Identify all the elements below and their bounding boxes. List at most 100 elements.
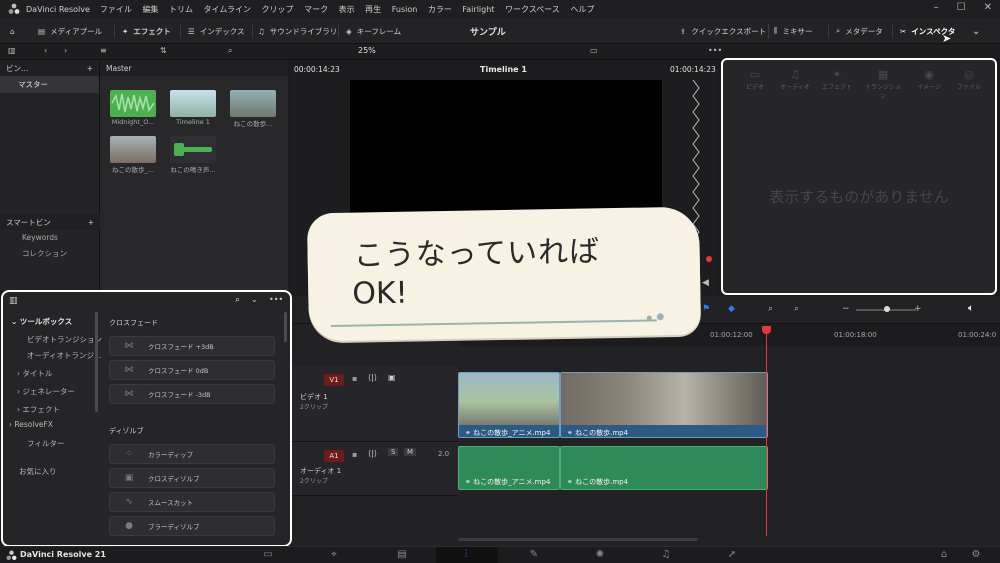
nav-back-icon[interactable]: ‹ (44, 46, 47, 55)
lock-icon[interactable]: ▪ (352, 374, 357, 383)
inspector-tab-video[interactable]: ビデオ (735, 82, 775, 91)
tree-generators[interactable]: › ジェネレーター (17, 386, 75, 397)
close-icon[interactable]: ✕ (984, 2, 992, 13)
zoom-select[interactable]: 25% (358, 46, 376, 55)
smart-bin-collections[interactable]: コレクション (0, 245, 100, 262)
menu-help[interactable]: ヘルプ (570, 5, 594, 14)
tree-resolvefx[interactable]: › ResolveFX (9, 420, 53, 429)
solo-button[interactable]: S (388, 448, 399, 456)
panel-toggle-icon[interactable]: ▥ (8, 46, 16, 55)
toolbox-tree-scrollbar[interactable] (95, 312, 98, 412)
playhead-handle[interactable] (762, 326, 771, 334)
fx-crossfade-minus3[interactable]: ⋈ クロスフェード -3dB (109, 384, 275, 404)
menu-view[interactable]: 表示 (339, 5, 355, 14)
search-icon[interactable]: ⌕ (235, 295, 240, 305)
video-tab-icon[interactable]: ▭ (735, 68, 775, 81)
fx-smooth-cut[interactable]: ∿ スムースカット (109, 492, 275, 512)
menu-trim[interactable]: トリム (169, 5, 193, 14)
tree-effects[interactable]: › エフェクト (17, 404, 60, 415)
inspector-tab-file[interactable]: ファイル (949, 82, 989, 91)
lock-icon[interactable]: ▪ (352, 450, 357, 459)
fx-cross-dissolve[interactable]: ▣ クロスディゾルブ (109, 468, 275, 488)
audio-clip-cat-walk[interactable]: ⚭ ねこの散歩.mp4 (560, 446, 768, 490)
fx-list-scrollbar[interactable] (284, 312, 287, 342)
tree-audio-transitions[interactable]: オーディオトランジ… (27, 350, 101, 361)
playhead-line[interactable] (766, 326, 767, 536)
effect-tab-icon[interactable]: ✦ (817, 68, 857, 81)
menu-clip[interactable]: クリップ (262, 5, 294, 14)
inspector-tab-audio[interactable]: オーディオ (775, 82, 815, 91)
menu-playback[interactable]: 再生 (365, 5, 381, 14)
zoom-search-icon[interactable]: ⌕ (794, 304, 799, 314)
sort-icon[interactable]: ⇅ (160, 46, 167, 55)
auto-select-icon[interactable]: ⟨|⟩ (368, 449, 377, 458)
minimize-icon[interactable]: – (934, 2, 939, 13)
viewer-options-icon[interactable]: ▭ (590, 46, 598, 55)
menu-mark[interactable]: マーク (304, 5, 328, 14)
tree-titles[interactable]: › タイトル (17, 368, 52, 379)
bin-master[interactable]: マスター (0, 76, 99, 93)
chevron-down-icon[interactable]: ⌄ (251, 295, 258, 304)
track-visibility-icon[interactable]: ▣ (388, 373, 396, 382)
add-bin-icon[interactable]: + (87, 64, 93, 73)
fairlight-page-icon[interactable]: ♫ (656, 549, 676, 560)
sound-library-button[interactable]: ♫ サウンドライブラリ (258, 23, 337, 39)
timeline-h-scrollbar[interactable] (458, 538, 698, 541)
video-track-badge[interactable]: V1 (324, 374, 344, 386)
menu-edit[interactable]: 編集 (142, 5, 158, 14)
clip-thumb-timeline[interactable] (170, 90, 216, 117)
maximize-icon[interactable]: ☐ (957, 2, 966, 13)
inspector-tab-effect[interactable]: エフェクト (817, 82, 857, 91)
fusion-page-icon[interactable]: ✎ (524, 549, 544, 560)
effects-button[interactable]: ✦ エフェクト (122, 23, 171, 39)
fx-dip-to-color[interactable]: ⁘ カラーディップ (109, 444, 275, 464)
menu-fairlight[interactable]: Fairlight (462, 5, 494, 14)
play-reverse-icon[interactable]: ◀ (702, 278, 709, 288)
zoom-slider-handle[interactable] (884, 306, 890, 312)
menu-color[interactable]: カラー (428, 5, 452, 14)
file-tab-icon[interactable]: ◎ (949, 68, 989, 81)
fx-blur-dissolve[interactable]: ● ブラーディゾルブ (109, 516, 275, 536)
mute-button[interactable]: M (404, 448, 417, 456)
media-page-icon[interactable]: ▭ (258, 549, 278, 560)
more-options-icon[interactable]: ••• (269, 295, 283, 304)
media-pool-button[interactable]: ▤ メディアプール (38, 23, 102, 39)
edit-page-icon[interactable]: ▤ (392, 549, 412, 560)
zoom-to-fit-icon[interactable]: ⌕ (768, 304, 773, 314)
more-options-icon[interactable]: ••• (708, 46, 722, 55)
toolbox-tree-root[interactable]: ⌄ ツールボックス (11, 316, 72, 327)
menu-timeline[interactable]: タイムライン (204, 5, 251, 14)
tree-favorites[interactable]: お気に入り (19, 466, 57, 477)
video-clip-cat-anime[interactable]: ⚭ ねこの散歩_アニメ.mp4 (458, 372, 560, 438)
menu-file[interactable]: ファイル (100, 5, 132, 14)
layout-toggle-icon[interactable]: ⌂ (10, 23, 15, 39)
smart-bin-keywords[interactable]: Keywords (0, 230, 100, 245)
inspector-tab-transition[interactable]: トランジション (863, 82, 903, 100)
panel-toggle-icon[interactable]: ▥ (9, 296, 18, 306)
menu-fusion[interactable]: Fusion (392, 5, 418, 14)
cut-page-icon[interactable]: ⌖ (324, 549, 344, 560)
clip-thumb-cat-anime[interactable] (230, 90, 276, 117)
fx-crossfade-plus3[interactable]: ⋈ クロスフェード +3dB (109, 336, 275, 356)
audio-track-badge[interactable]: A1 (324, 450, 344, 462)
metadata-button[interactable]: ⌕ メタデータ (836, 23, 883, 39)
image-tab-icon[interactable]: ◉ (909, 68, 949, 81)
menu-workspace[interactable]: ワークスペース (505, 5, 560, 14)
tree-video-transitions[interactable]: ビデオトランジション (27, 334, 102, 345)
speaker-icon[interactable]: 🔈︎ (968, 303, 974, 314)
clip-thumb-cat-walk[interactable] (110, 136, 156, 163)
audio-tab-icon[interactable]: ♫ (775, 68, 815, 81)
list-view-icon[interactable]: ≡ (100, 46, 107, 55)
index-button[interactable]: ☰ インデックス (188, 23, 245, 39)
zoom-in-icon[interactable]: + (914, 304, 922, 314)
tree-filters[interactable]: フィルター (27, 438, 64, 449)
edit-timeline-page-icon[interactable]: ⫶ (456, 549, 476, 560)
expand-chevron-icon[interactable]: ⌄ (972, 23, 980, 39)
add-smart-bin-icon[interactable]: + (88, 218, 94, 227)
audio-clip-cat-anime[interactable]: ⚭ ねこの散歩_アニメ.mp4 (458, 446, 560, 490)
inspector-tab-image[interactable]: イメージ (909, 82, 949, 91)
keyframes-button[interactable]: ◈ キーフレーム (346, 23, 401, 39)
search-icon[interactable]: ⌕ (228, 46, 232, 56)
video-clip-cat-walk[interactable]: ⚭ ねこの散歩.mp4 (560, 372, 768, 438)
mixer-button[interactable]: ⫼ ミキサー (774, 23, 812, 39)
